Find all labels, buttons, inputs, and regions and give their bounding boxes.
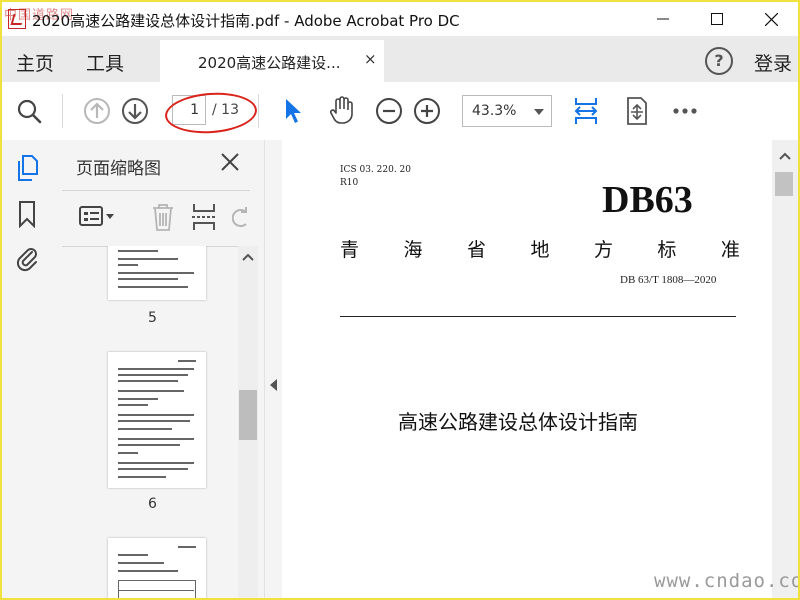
province-char: 海 [403,239,423,261]
doc-title: 高速公路建设总体设计指南 [398,410,638,434]
doc-province-standard: 青 海 省 地 方 标 准 [340,235,740,262]
province-char: 方 [593,239,613,261]
panel-divider [62,190,250,191]
maximize-button[interactable] [690,2,744,36]
thumbnail-scrollbar[interactable] [238,246,258,598]
menu-bar: 主页 工具 2020高速公路建设... × ? 登录 [2,36,798,82]
province-char: 青 [340,239,360,261]
title-bar: 中国道路网 2020高速公路建设总体设计指南.pdf - Adobe Acrob… [2,2,798,36]
province-char: 准 [720,239,740,261]
maximize-icon [711,13,723,25]
pointer-arrow-icon [286,99,301,123]
attachments-button[interactable] [14,244,40,272]
zoom-out-button[interactable] [374,96,404,126]
next-page-button[interactable] [120,96,150,126]
panel-close-button[interactable] [220,152,240,176]
scrollbar-thumb[interactable] [775,172,793,196]
panel-title: 页面缩略图 [76,159,161,179]
paperclip-icon [16,248,37,272]
insert-page-button[interactable] [190,202,218,236]
zoom-select[interactable]: 43.3% [462,95,552,127]
document-tab-label: 2020高速公路建设... [198,54,341,72]
close-window-button[interactable] [744,2,798,36]
arrow-down-circle-icon [122,98,148,124]
watermark-bottom: www.cndao.com [654,570,800,592]
fit-page-icon [574,98,598,124]
toolbar-separator [258,94,259,128]
bookmark-icon [19,201,35,228]
zoom-out-icon [376,98,402,124]
province-char: 标 [657,239,677,261]
app-window: 中国道路网 2020高速公路建设总体设计指南.pdf - Adobe Acrob… [0,0,800,600]
thumbnail-options-icon [79,206,114,226]
more-tools-button[interactable] [670,96,700,126]
scroll-up-icon[interactable] [238,250,258,264]
document-tab[interactable]: 2020高速公路建设... × [160,40,384,82]
document-scrollbar[interactable] [772,140,798,598]
trash-icon [153,204,173,231]
minimize-button[interactable] [636,2,690,36]
rotate-page-button[interactable] [231,204,252,234]
thumbnails-panel: 页面缩略图 5 6 [52,140,264,598]
scroll-mode-button[interactable] [622,96,652,126]
toolbar: 1 / 13 43.3% [2,82,798,141]
close-icon [221,153,239,171]
page-thumbnails-icon [18,155,38,181]
panel-collapse-bar[interactable] [264,140,283,598]
menu-tools[interactable]: 工具 [86,49,124,76]
zoom-in-button[interactable] [412,96,442,126]
hand-icon [329,96,353,124]
thumbnail-options-button[interactable] [78,204,118,234]
scroll-up-icon[interactable] [772,148,798,164]
page-thumbnails-button[interactable] [14,154,40,182]
page-thumbnail[interactable] [108,246,206,300]
doc-rule [340,316,736,317]
search-icon [17,99,42,124]
province-char: 地 [530,239,550,261]
doc-ics: ICS 03. 220. 20 R10 [340,164,411,190]
close-icon [764,12,778,26]
arrow-up-circle-icon [84,98,110,124]
doc-ccs-code: R10 [340,178,359,188]
thumbnail-label: 6 [148,496,157,512]
province-char: 省 [466,239,486,261]
doc-db-number: DB63 [602,179,693,221]
chevron-down-icon [534,109,544,115]
thumbnail-list: 5 6 [52,246,240,598]
zoom-in-icon [414,98,440,124]
more-icon [673,108,697,114]
login-button[interactable]: 登录 [754,49,792,76]
menu-home[interactable]: 主页 [16,49,54,76]
scroll-mode-icon [627,97,647,125]
delete-page-button[interactable] [150,202,176,236]
zoom-value: 43.3% [472,103,517,119]
collapse-left-icon [270,379,277,391]
bookmarks-button[interactable] [14,200,40,228]
search-button[interactable] [14,96,44,126]
scrollbar-thumb[interactable] [239,390,257,440]
select-tool-button[interactable] [278,96,308,126]
window-title: 2020高速公路建设总体设计指南.pdf - Adobe Acrobat Pro… [32,12,460,30]
hand-tool-button[interactable] [326,96,358,126]
document-view: ICS 03. 220. 20 R10 DB63 青 海 省 地 方 标 准 D… [282,140,772,598]
thumbnail-label: 5 [148,310,157,326]
insert-page-icon [192,204,216,230]
page-thumbnail[interactable] [108,538,206,598]
page-thumbnail[interactable] [108,352,206,488]
minimize-icon [657,18,669,20]
toolbar-separator [62,94,63,128]
rotate-icon [231,207,247,227]
doc-standard-code: DB 63/T 1808—2020 [620,274,717,286]
fit-page-button[interactable] [570,96,602,126]
tab-close-button[interactable]: × [364,50,377,68]
navigation-rail [2,140,53,598]
previous-page-button[interactable] [82,96,112,126]
help-icon[interactable]: ? [705,47,733,75]
doc-ics-code: ICS 03. 220. 20 [340,165,411,175]
